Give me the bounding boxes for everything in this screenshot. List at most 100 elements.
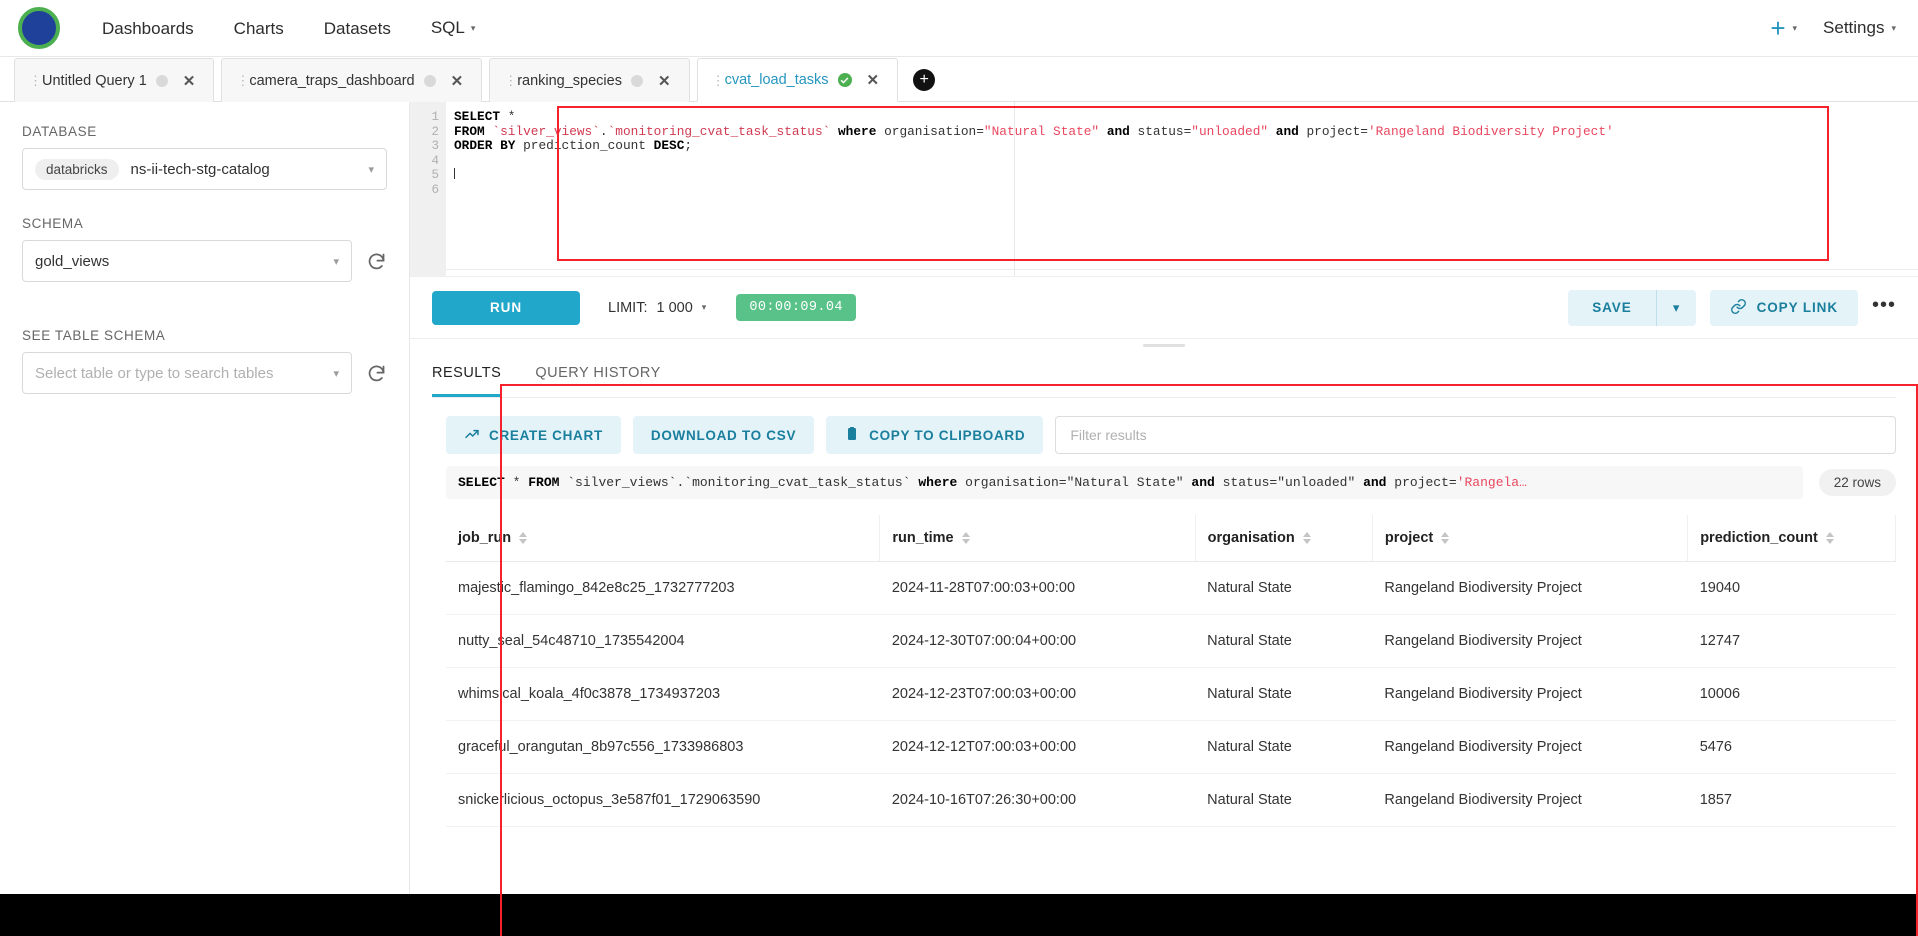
cell-organisation: Natural State [1195,614,1373,668]
drag-grip-icon[interactable]: ⋮ [504,74,517,87]
sort-icon[interactable] [519,532,528,545]
create-chart-button[interactable]: CREATE CHART [446,416,621,454]
drag-grip-icon[interactable]: ⋮ [712,74,725,87]
more-options-button[interactable]: ••• [1872,295,1896,321]
query-tab-label: cvat_load_tasks [724,72,829,88]
tab-query-history[interactable]: QUERY HISTORY [535,351,661,397]
bottom-black-strip [0,894,1918,936]
new-item-button[interactable]: + ▾ [1770,15,1797,41]
drag-grip-icon[interactable]: ⋮ [236,74,249,87]
text-cursor [454,168,455,180]
refresh-tables-icon[interactable] [366,363,387,384]
refresh-schema-icon[interactable] [366,251,387,272]
sort-icon[interactable] [1302,532,1311,545]
results-table-body: majestic_flamingo_842e8c25_1732777203 202… [446,561,1896,827]
cell-prediction-count: 5476 [1687,720,1896,774]
limit-dropdown[interactable]: LIMIT: 1 000 ▾ [608,300,706,316]
sort-icon[interactable] [1825,532,1834,545]
column-header-prediction-count[interactable]: prediction_count [1687,515,1896,562]
sqllab-content: 123456 SELECT * FROM `silver_views`.`moni… [410,102,1918,936]
sql-line [446,154,1918,169]
line-number: 5 [431,168,439,183]
status-dot-icon [630,74,643,87]
cell-prediction-count: 12747 [1687,614,1896,668]
column-header-organisation[interactable]: organisation [1195,515,1373,562]
table-schema-row: Select table or type to search tables ▾ [22,352,387,394]
table-row[interactable]: majestic_flamingo_842e8c25_1732777203 202… [446,561,1896,615]
run-button[interactable]: RUN [432,290,580,325]
chevron-down-icon: ▾ [368,163,374,176]
query-tab-untitled-query-1[interactable]: ⋮ Untitled Query 1 ✕ [14,58,215,102]
close-icon[interactable]: ✕ [867,71,880,89]
copy-link-button[interactable]: COPY LINK [1709,289,1858,326]
database-label: DATABASE [22,124,97,139]
filter-results-input[interactable] [1055,416,1896,454]
line-number: 1 [431,110,439,124]
download-csv-button[interactable]: DOWNLOAD TO CSV [632,416,815,454]
column-header-label: organisation [1207,530,1295,546]
chevron-down-icon: ▾ [1672,299,1680,315]
query-timer-badge: 00:00:09.04 [736,294,856,321]
table-header-row: job_run run_time organisation project predic… [446,515,1896,562]
copy-to-clipboard-button[interactable]: COPY TO CLIPBOARD [826,416,1044,454]
cell-project: Rangeland Biodiversity Project [1372,667,1688,721]
sql-line [446,183,1918,198]
copy-link-label: COPY LINK [1756,300,1838,315]
close-icon[interactable]: ✕ [451,72,464,90]
limit-label: LIMIT: [608,299,648,316]
nav-item-datasets-label: Datasets [323,18,391,38]
cell-job-run: snickerlicious_octopus_3e587f01_17290635… [446,773,880,827]
nav-item-charts[interactable]: Charts [214,0,304,57]
close-icon[interactable]: ✕ [658,72,671,90]
executed-sql-row: SELECT * FROM `silver_views`.`monitoring… [432,454,1896,499]
table-row[interactable]: graceful_orangutan_8b97c556_1733986803 20… [446,720,1896,774]
nav-item-dashboards[interactable]: Dashboards [82,0,214,57]
nav-item-datasets[interactable]: Datasets [304,0,411,57]
panel-resize-handle[interactable] [410,339,1918,351]
download-csv-label: DOWNLOAD TO CSV [650,427,797,443]
add-query-tab-button[interactable]: + [913,69,936,91]
column-header-project[interactable]: project [1372,515,1689,562]
cell-organisation: Natural State [1195,667,1373,721]
run-toolbar-right: SAVE ▾ COPY LINK ••• [1568,289,1896,326]
query-tab-bar: ⋮ Untitled Query 1 ✕ ⋮ camera_traps_dash… [0,57,1918,102]
schema-select[interactable]: gold_views ▾ [22,240,352,282]
table-search-select[interactable]: Select table or type to search tables ▾ [22,352,352,394]
settings-label: Settings [1823,18,1885,37]
cell-run-time: 2024-12-30T07:00:04+00:00 [879,614,1196,668]
superset-logo-icon[interactable] [18,7,60,49]
sort-icon[interactable] [1441,532,1450,545]
tab-results[interactable]: RESULTS [432,351,502,397]
sql-line: SELECT * [454,109,516,124]
query-tab-camera-traps-dashboard[interactable]: ⋮ camera_traps_dashboard ✕ [221,58,483,102]
table-row[interactable]: snickerlicious_octopus_3e587f01_17290635… [446,773,1896,827]
sqllab-sidebar: DATABASE databricks ns-ii-tech-stg-catal… [0,102,410,936]
table-search-placeholder: Select table or type to search tables [35,364,274,382]
column-header-job-run[interactable]: job_run [446,515,881,562]
nav-item-sql[interactable]: SQL ▾ [411,0,496,57]
save-dropdown-button[interactable]: ▾ [1655,289,1696,326]
column-header-run-time[interactable]: run_time [879,515,1196,562]
sort-icon[interactable] [961,532,970,545]
close-icon[interactable]: ✕ [183,72,196,90]
drag-grip-icon[interactable]: ⋮ [29,74,42,87]
results-table-wrapper[interactable]: job_run run_time organisation project predic… [446,515,1896,936]
table-row[interactable]: whimsical_koala_4f0c3878_1734937203 2024-… [446,667,1896,721]
cell-organisation: Natural State [1195,773,1373,827]
query-tab-ranking-species[interactable]: ⋮ ranking_species ✕ [489,58,690,102]
table-row[interactable]: nutty_seal_54c48710_1735542004 2024-12-30… [446,614,1896,668]
sqllab-main: DATABASE databricks ns-ii-tech-stg-catal… [0,102,1918,936]
settings-menu-button[interactable]: Settings ▾ [1823,18,1896,38]
database-select[interactable]: databricks ns-ii-tech-stg-catalog ▾ [22,148,387,190]
query-tab-label: ranking_species [517,72,622,89]
sql-editor[interactable]: 123456 SELECT * FROM `silver_views`.`moni… [410,102,1918,277]
query-tab-cvat-load-tasks[interactable]: ⋮ cvat_load_tasks ✕ [696,58,899,102]
cell-project: Rangeland Biodiversity Project [1372,561,1688,615]
sql-line: ORDER BY prediction_count DESC; [454,138,693,154]
save-button[interactable]: SAVE [1568,289,1656,326]
sql-code-area[interactable]: SELECT * FROM `silver_views`.`monitoring_… [446,102,1918,276]
editor-print-margin [1014,102,1015,276]
nav-item-charts-label: Charts [233,18,284,38]
schema-select-value: gold_views [35,252,110,270]
save-button-group: SAVE ▾ [1568,289,1696,326]
